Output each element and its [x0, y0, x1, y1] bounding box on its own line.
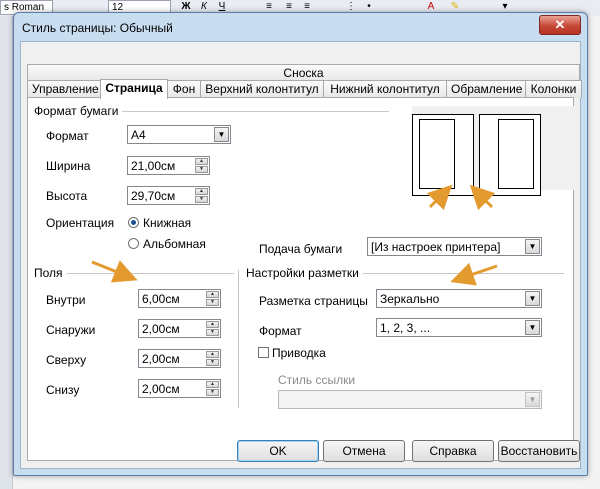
arrow-to-inner-margin: [91, 260, 138, 283]
arrow-to-page-layout: [450, 262, 498, 286]
annotation-arrows: [91, 184, 498, 286]
arrow-to-left-page: [426, 184, 453, 211]
tab-page[interactable]: Страница: [100, 79, 168, 99]
arrow-to-right-page: [469, 184, 496, 211]
